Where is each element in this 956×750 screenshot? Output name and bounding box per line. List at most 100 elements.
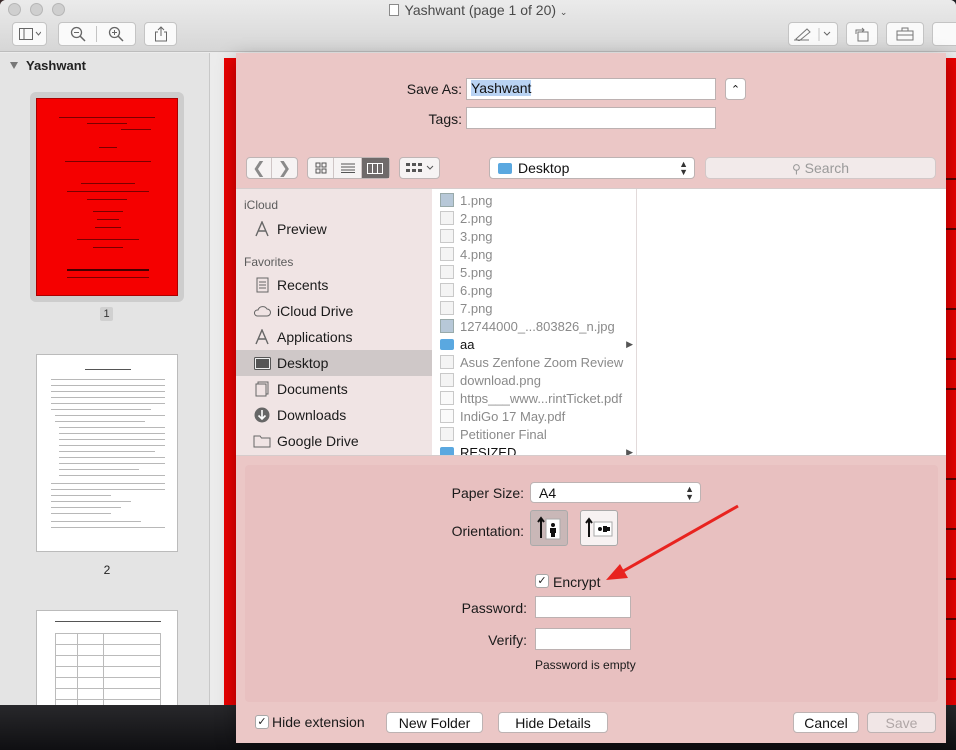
folder-icon: [498, 163, 512, 174]
pdf-file-icon: [440, 391, 454, 405]
page-thumbnail-3[interactable]: [36, 610, 178, 705]
hide-extension-label: Hide extension: [272, 714, 365, 730]
list-item[interactable]: 6.png: [433, 281, 636, 299]
paper-size-value: A4: [539, 485, 557, 501]
portrait-button[interactable]: [530, 510, 568, 546]
file-name: https___www...rintTicket.pdf: [460, 390, 623, 406]
group-icon: [405, 163, 433, 172]
sidebar-item-documents[interactable]: Documents: [236, 376, 432, 402]
list-item[interactable]: RESIZED ▶: [433, 443, 636, 455]
search-field[interactable]: ⚲ Search: [705, 157, 936, 179]
updown-arrows-icon: ▲ ▼: [685, 484, 694, 502]
favorites-heading: Favorites: [244, 255, 294, 269]
share-icon: [154, 26, 167, 42]
file-icon: [440, 247, 454, 261]
list-item[interactable]: 7.png: [433, 299, 636, 317]
password-status: Password is empty: [535, 658, 636, 672]
toolbox-icon: [896, 27, 914, 41]
zoom-out-icon[interactable]: [59, 26, 98, 42]
page-number-1: 1: [100, 307, 113, 321]
list-item[interactable]: 5.png: [433, 263, 636, 281]
hide-details-button[interactable]: Hide Details: [498, 712, 608, 733]
list-view-icon[interactable]: [334, 158, 362, 178]
list-item[interactable]: 2.png: [433, 209, 636, 227]
cancel-button[interactable]: Cancel: [793, 712, 859, 733]
list-item[interactable]: https___www...rintTicket.pdf: [433, 389, 636, 407]
file-name: RESIZED: [460, 444, 517, 456]
list-item[interactable]: aa ▶: [433, 335, 636, 353]
sidebar-item-desktop[interactable]: Desktop: [236, 350, 432, 376]
new-folder-button[interactable]: New Folder: [386, 712, 483, 733]
encrypt-label: Encrypt: [553, 574, 601, 590]
save-button[interactable]: Save: [867, 712, 936, 733]
portrait-icon: [537, 516, 561, 540]
chevron-down-icon[interactable]: ⌄: [560, 7, 568, 17]
sidebar-item-applications[interactable]: Applications: [236, 324, 432, 350]
verify-field[interactable]: [535, 628, 631, 650]
sidebar-title[interactable]: Yashwant: [10, 58, 86, 73]
icon-view-icon[interactable]: [308, 158, 335, 178]
sidebar-item-recents[interactable]: Recents: [236, 272, 432, 298]
share-button[interactable]: [144, 22, 177, 46]
chevron-up-icon: ⌃: [730, 84, 741, 96]
zoom-in-icon[interactable]: [97, 26, 135, 42]
pen-icon: [794, 28, 831, 41]
image-file-icon: [440, 193, 454, 207]
page-number-2: 2: [103, 563, 111, 577]
list-item[interactable]: Asus Zenfone Zoom Review: [433, 353, 636, 371]
sidebar-icon: [18, 28, 41, 40]
password-field[interactable]: [535, 596, 631, 618]
annotation-arrow-icon: [606, 504, 739, 580]
sidebar-item-downloads[interactable]: Downloads: [236, 402, 432, 428]
location-value: Desktop: [518, 160, 570, 176]
file-name: aa: [460, 336, 475, 352]
markup-button[interactable]: [788, 22, 838, 46]
sidebar-item-label: Recents: [277, 277, 329, 293]
forward-icon[interactable]: ❯: [272, 158, 297, 178]
sidebar-item-label: Google Drive: [277, 433, 359, 449]
nav-buttons: ❮ ❯: [246, 157, 298, 179]
sidebar-toggle-button[interactable]: [12, 22, 47, 46]
tags-field[interactable]: [466, 107, 716, 129]
cloud-icon: [253, 303, 271, 319]
hide-extension-checkbox[interactable]: ✓: [255, 715, 269, 729]
rotate-button[interactable]: [846, 22, 878, 46]
collapse-dialog-button[interactable]: ⌃: [725, 78, 746, 100]
encrypt-checkbox[interactable]: ✓: [535, 574, 549, 588]
tags-label: Tags:: [428, 111, 462, 127]
list-item[interactable]: download.png: [433, 371, 636, 389]
disclosure-triangle-icon[interactable]: [10, 62, 18, 69]
folder-icon: [440, 446, 454, 455]
preview-icon: [253, 221, 271, 237]
image-file-icon: [440, 319, 454, 333]
sidebar-item-preview[interactable]: Preview: [236, 216, 432, 242]
sidebar-item-icloud-drive[interactable]: iCloud Drive: [236, 298, 432, 324]
file-name: 3.png: [460, 228, 493, 244]
sidebar-item-google-drive[interactable]: Google Drive: [236, 428, 432, 454]
arrange-button[interactable]: [399, 157, 440, 179]
recents-icon: [253, 277, 271, 293]
column-view-icon[interactable]: [361, 158, 389, 178]
file-icon: [440, 373, 454, 387]
page-thumbnail-2[interactable]: [36, 354, 178, 552]
search-field-toolbar[interactable]: [932, 22, 956, 46]
disclosure-arrow-icon: ▶: [626, 446, 633, 456]
list-item[interactable]: 3.png: [433, 227, 636, 245]
toolbox-button[interactable]: [886, 22, 924, 46]
page-thumbnail-1[interactable]: [36, 98, 178, 296]
list-item[interactable]: 12744000_...803826_n.jpg: [433, 317, 636, 335]
list-item[interactable]: IndiGo 17 May.pdf: [433, 407, 636, 425]
window-title: Yashwant (page 1 of 20) ⌄: [0, 2, 956, 18]
list-item[interactable]: 4.png: [433, 245, 636, 263]
view-mode-control: [307, 157, 390, 179]
file-name: 5.png: [460, 264, 493, 280]
save-as-field[interactable]: Yashwant: [466, 78, 716, 100]
file-icon: [440, 301, 454, 315]
back-icon[interactable]: ❮: [247, 158, 273, 178]
file-icon: [440, 427, 454, 441]
list-item[interactable]: Petitioner Final: [433, 425, 636, 443]
list-item[interactable]: 1.png: [433, 191, 636, 209]
file-name: 1.png: [460, 192, 493, 208]
location-popup[interactable]: Desktop ▲ ▼: [489, 157, 695, 179]
sidebar-title-text: Yashwant: [26, 58, 86, 73]
